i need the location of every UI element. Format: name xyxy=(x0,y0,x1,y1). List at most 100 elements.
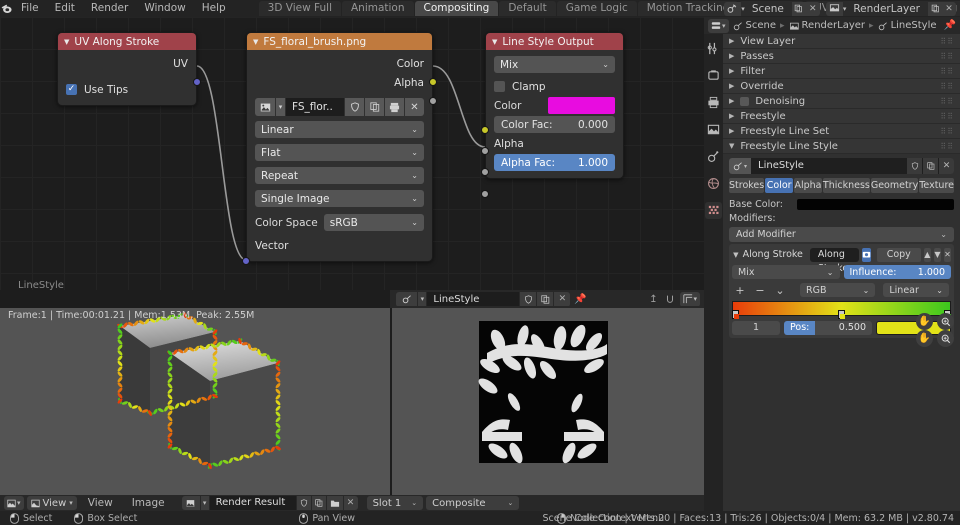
add-modifier-button[interactable]: Add Modifier ⌄ xyxy=(729,227,954,242)
use-tips-row[interactable]: ✓ Use Tips xyxy=(58,80,196,99)
blender-logo-icon[interactable] xyxy=(0,0,13,17)
clamp-checkbox[interactable] xyxy=(494,81,505,92)
linestyle-name[interactable]: LineStyle xyxy=(752,158,906,174)
node-line-style-output[interactable]: ▼ Line Style Output Mix⌄ Clamp Color Col… xyxy=(485,32,624,179)
pack-image-icon[interactable] xyxy=(385,98,404,116)
zoom-view-icon[interactable] xyxy=(937,330,954,347)
modifier-copy-button[interactable]: Copy xyxy=(877,248,921,262)
properties-tab-render[interactable] xyxy=(705,67,722,84)
base-color-row[interactable]: Base Color: xyxy=(723,197,960,211)
blend-mode-dropdown[interactable]: Mix⌄ xyxy=(494,56,615,73)
new-scene-button[interactable] xyxy=(792,2,806,16)
modifier-move-up-button[interactable]: ▲ xyxy=(924,248,931,262)
linestyle-browse-icon[interactable]: ▾ xyxy=(729,158,751,174)
viewport-3d[interactable] xyxy=(0,308,390,495)
panel-denoising[interactable]: ▶ Denoising ⠿⠿ xyxy=(723,94,960,109)
editor-type-selector[interactable]: ▾ xyxy=(708,19,729,33)
menu-edit[interactable]: Edit xyxy=(47,0,83,17)
ramp-pos-field[interactable]: Pos: 0.500 xyxy=(784,321,872,335)
menu-window[interactable]: Window xyxy=(136,0,193,17)
duplicate-icon[interactable] xyxy=(312,496,326,510)
breadcrumb-linestyle[interactable]: LineStyle xyxy=(878,20,937,31)
color-space-dropdown[interactable]: sRGB⌄ xyxy=(324,214,424,231)
viewlayer-selector[interactable]: ▾ RenderLayer ✕ xyxy=(826,2,956,16)
linestyle-tab-strokes[interactable]: Strokes xyxy=(729,178,764,193)
scene-selector[interactable]: ▾ Scene ✕ xyxy=(724,2,820,16)
linestyle-tab-geometry[interactable]: Geometry xyxy=(871,178,918,193)
ramp-remove-stop-button[interactable]: − xyxy=(754,284,766,297)
linestyle-tab-color[interactable]: Color xyxy=(765,178,793,193)
node-datablock-bar[interactable]: ▾ LineStyle ✕ 📌 xyxy=(396,292,589,307)
shader-node-editor[interactable]: LineStyle ▼ UV Along Stroke UV ✓ Use Tip… xyxy=(0,17,704,290)
expand-triangle-icon[interactable]: ▶ xyxy=(729,127,734,135)
duplicate-icon[interactable] xyxy=(537,292,553,307)
pin-icon[interactable]: 📌 xyxy=(571,292,589,307)
breadcrumb-renderlayer[interactable]: RenderLayer xyxy=(789,20,865,31)
open-image-icon[interactable] xyxy=(327,496,343,510)
panel-freestyle[interactable]: ▶ Freestyle ⠿⠿ xyxy=(723,109,960,124)
menu-file[interactable]: File xyxy=(13,0,47,17)
extension-dropdown[interactable]: Repeat⌄ xyxy=(255,167,424,184)
go-to-parent-icon[interactable]: ↥ xyxy=(646,292,660,307)
workspace-tab-compositing[interactable]: Compositing xyxy=(415,1,499,16)
socket-alpha-output[interactable] xyxy=(429,97,437,105)
collapse-triangle-icon[interactable]: ▼ xyxy=(253,38,258,46)
expand-triangle-icon[interactable]: ▶ xyxy=(729,112,734,120)
workspace-tab-default[interactable]: Default xyxy=(499,1,555,16)
collapse-triangle-icon[interactable]: ▼ xyxy=(64,38,69,46)
editor-type-selector[interactable]: ▾ xyxy=(4,496,24,510)
linestyle-browse-icon[interactable] xyxy=(396,292,417,307)
pin-icon[interactable]: 📌 xyxy=(944,20,956,31)
image-name[interactable]: FS_flor.. xyxy=(286,98,344,116)
panel-view-layer[interactable]: ▶ View Layer ⠿⠿ xyxy=(723,34,960,49)
projection-dropdown[interactable]: Flat⌄ xyxy=(255,144,424,161)
workspace-tab-3d-view-full[interactable]: 3D View Full xyxy=(259,1,341,16)
modifier-toggle-icon[interactable] xyxy=(862,248,871,262)
image-editor-canvas[interactable] xyxy=(392,308,704,495)
properties-tab-view-layer[interactable] xyxy=(705,121,722,138)
render-result-name[interactable]: Render Result xyxy=(210,496,296,510)
ramp-add-stop-button[interactable]: + xyxy=(734,284,746,297)
modifier-influence-field[interactable]: Influence: 1.000 xyxy=(844,265,952,279)
properties-tab-scene[interactable] xyxy=(705,148,722,165)
properties-editor[interactable]: ▾ Scene ▸ RenderLayer ▸ LineStyle 📌 xyxy=(704,17,960,511)
menu-help[interactable]: Help xyxy=(194,0,234,17)
menu-render[interactable]: Render xyxy=(83,0,136,17)
zoom-view-icon[interactable] xyxy=(937,313,954,330)
delete-viewlayer-button[interactable]: ✕ xyxy=(942,2,956,16)
ramp-index-field[interactable]: 1 xyxy=(732,321,780,335)
pan-view-icon[interactable]: ✋ xyxy=(916,313,933,330)
snap-icon[interactable] xyxy=(663,292,677,307)
fake-user-shield-icon[interactable] xyxy=(345,98,364,116)
workspace-tab-game-logic[interactable]: Game Logic xyxy=(557,1,637,16)
node-header[interactable]: ▼ Line Style Output xyxy=(486,33,623,50)
node-uv-along-stroke[interactable]: ▼ UV Along Stroke UV ✓ Use Tips xyxy=(57,32,197,106)
image-datablock-bar[interactable]: ▾ FS_flor.. ✕ xyxy=(255,98,424,116)
socket-color-fac-input[interactable] xyxy=(481,147,489,155)
modifier-move-down-button[interactable]: ▼ xyxy=(934,248,941,262)
panel-freestyle-line-style[interactable]: ▼ Freestyle Line Style ⠿⠿ xyxy=(723,139,960,154)
alpha-fac-field[interactable]: Alpha Fac: 1.000 xyxy=(494,154,615,171)
properties-body[interactable]: ▶ View Layer ⠿⠿ ▶ Passes ⠿⠿ ▶ Filter ⠿⠿ … xyxy=(723,34,960,511)
color-space-row[interactable]: Color Space sRGB⌄ xyxy=(247,213,432,232)
pass-selector[interactable]: Composite ⌄ xyxy=(426,496,519,510)
source-dropdown[interactable]: Single Image⌄ xyxy=(255,190,424,207)
node-datablock-name[interactable]: LineStyle xyxy=(427,292,519,307)
properties-tab-world[interactable] xyxy=(705,175,722,192)
expand-triangle-icon[interactable]: ▶ xyxy=(729,37,734,45)
unlink-image-icon[interactable]: ✕ xyxy=(344,496,358,510)
fake-user-shield-icon[interactable] xyxy=(520,292,536,307)
ramp-tools-menu-icon[interactable]: ⌄ xyxy=(774,284,786,297)
socket-uv-output[interactable] xyxy=(193,78,201,86)
ramp-stop-0[interactable] xyxy=(732,310,739,319)
expand-triangle-icon[interactable]: ▶ xyxy=(729,97,734,105)
socket-vector-input[interactable] xyxy=(242,257,250,265)
collapse-triangle-icon[interactable]: ▼ xyxy=(732,251,740,259)
color-swatch[interactable] xyxy=(548,97,615,114)
linestyle-browse-chevron-icon[interactable]: ▾ xyxy=(418,292,426,307)
color-fac-field[interactable]: Color Fac: 0.000 xyxy=(494,116,615,133)
unlink-icon[interactable]: ✕ xyxy=(939,158,954,174)
modifier-remove-button[interactable]: ✕ xyxy=(944,248,951,262)
node-image-texture[interactable]: ▼ FS_floral_brush.png Color Alpha ▾ FS_f… xyxy=(246,32,433,262)
color-input-row[interactable]: Color xyxy=(486,96,623,115)
